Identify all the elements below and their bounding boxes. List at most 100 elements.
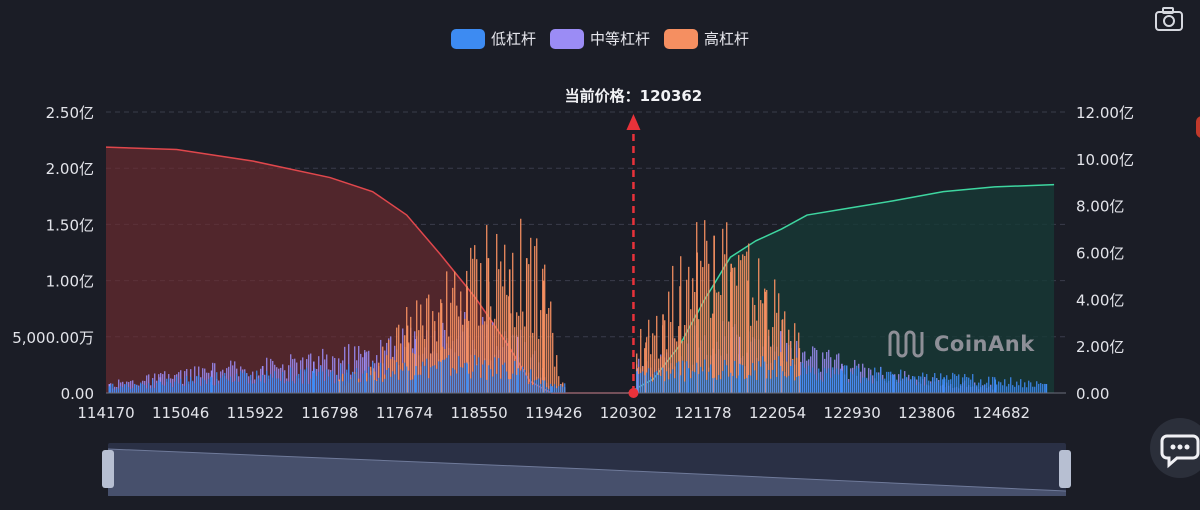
bar-low (826, 373, 828, 393)
bar-low (202, 378, 204, 393)
bar-peak (687, 368, 690, 393)
bar-low (334, 383, 336, 393)
bar-low (488, 365, 490, 393)
bar-low (652, 381, 654, 393)
watermark-text: CoinAnk (934, 332, 1035, 356)
camera-icon[interactable] (1152, 4, 1186, 34)
legend-label-high: 高杠杆 (704, 30, 750, 48)
bar-low (820, 379, 822, 393)
bar-low (232, 382, 234, 393)
bar-low (886, 371, 888, 393)
bar-low (824, 367, 826, 393)
bar-low (838, 374, 840, 393)
bar-low (268, 375, 270, 393)
bar-low (662, 367, 664, 393)
bar-low (188, 381, 190, 393)
bar-low (340, 364, 342, 393)
bar-high (528, 264, 530, 393)
bar-low (910, 379, 912, 393)
bar-low (122, 387, 124, 393)
bar-low (954, 374, 956, 393)
bar-low (482, 364, 484, 393)
legend-item-low-leverage[interactable]: 低杠杆 (450, 28, 536, 49)
left-axis-tick: 1.50亿 (46, 216, 94, 234)
bar-high (548, 308, 550, 393)
bar-low (270, 374, 272, 393)
bar-low (998, 381, 1000, 393)
bar-low (818, 368, 820, 393)
chat-button[interactable] (1150, 418, 1200, 478)
bar-low (1044, 383, 1046, 393)
right-axis-tick: 12.00亿 (1076, 104, 1134, 122)
liquidation-chart: 当前价格：120362 0.00 5,000.00万 1.00亿 1.50亿 2.00亿 2… (12, 86, 1134, 423)
bar-low (384, 378, 386, 393)
bar-low (544, 380, 546, 393)
bar-low (558, 386, 560, 393)
legend-item-high-leverage[interactable]: 高杠杆 (664, 28, 749, 49)
bar-low (646, 372, 648, 393)
bar-low (238, 381, 240, 393)
x-axis-tick: 115046 (152, 404, 209, 422)
bar-peak (713, 235, 715, 393)
bar-low (670, 373, 672, 393)
bar-low (714, 377, 716, 393)
bar-low (432, 365, 434, 393)
left-axis-tick: 2.00亿 (46, 160, 94, 178)
bar-low (218, 383, 220, 393)
bar-low (758, 361, 760, 393)
bar-low (172, 386, 174, 393)
bar-low (784, 376, 786, 393)
bar-peak (841, 370, 843, 393)
bar-high (480, 263, 482, 393)
bar-low (806, 374, 808, 393)
bar-low (772, 369, 774, 393)
bar-peak (108, 386, 111, 393)
bar-low (292, 381, 294, 393)
bar-low (924, 385, 926, 393)
bar-low (112, 383, 114, 393)
bar-low (902, 379, 904, 393)
bar-low (698, 374, 700, 393)
side-tab-indicator[interactable] (1196, 116, 1200, 138)
bar-low (720, 379, 722, 393)
bar-low (246, 373, 248, 393)
bar-low (534, 380, 536, 393)
legend-item-medium-leverage[interactable]: 中等杠杆 (549, 28, 650, 49)
bar-low (286, 381, 288, 393)
bar-low (848, 382, 850, 393)
bar-peak (517, 368, 520, 393)
bar-low (1022, 387, 1024, 393)
bar-low (970, 379, 972, 393)
bar-low (494, 357, 496, 393)
bar-low (392, 371, 394, 393)
bar-low (214, 385, 216, 393)
bar-low (152, 379, 154, 393)
bar-low (186, 375, 188, 393)
bar-peak (542, 280, 545, 393)
bar-high (732, 267, 734, 393)
bar-low (430, 367, 432, 393)
bar-low (718, 374, 720, 393)
current-price-arrow (626, 114, 641, 130)
bar-low (814, 374, 816, 393)
bar-low (732, 375, 734, 393)
zoom-slider[interactable] (108, 443, 1066, 496)
slider-handle-right[interactable] (1059, 450, 1071, 488)
bar-low (972, 374, 974, 393)
legend-swatch-low (450, 28, 485, 49)
legend: 低杠杆 中等杠杆 高杠杆 (0, 28, 1200, 49)
bar-low (526, 375, 528, 393)
bar-low (856, 365, 858, 393)
bar-low (296, 375, 298, 393)
bar-low (144, 385, 146, 393)
bar-low (404, 362, 406, 393)
bar-low (682, 360, 684, 393)
bar-low (930, 383, 932, 393)
bar-low (918, 375, 920, 393)
bar-low (786, 377, 788, 393)
slider-handle-left[interactable] (102, 450, 114, 488)
bar-low (504, 362, 506, 393)
bar-low (322, 371, 324, 393)
bar-high (722, 228, 724, 393)
bar-low (768, 369, 770, 393)
